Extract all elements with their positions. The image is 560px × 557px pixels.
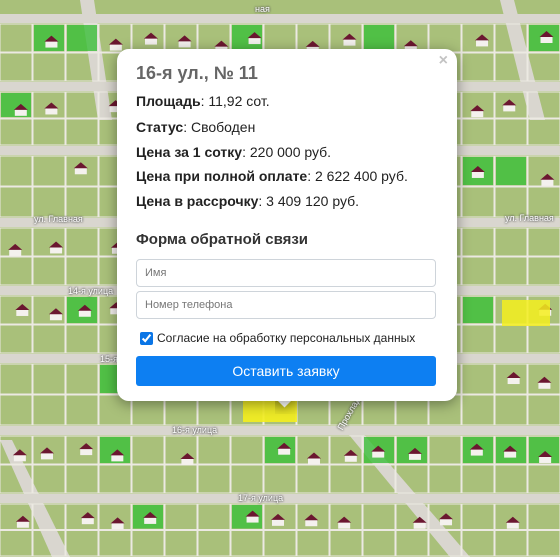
house (144, 516, 157, 524)
reserved-plot (502, 300, 550, 326)
house (109, 43, 122, 51)
house (111, 522, 124, 530)
house (476, 39, 489, 47)
house (343, 38, 356, 46)
status-label: Статус (136, 119, 184, 135)
street-label-glavnaya-left: ул. Главная (34, 214, 83, 224)
status-row: Статус: Свободен (136, 119, 255, 135)
house (413, 521, 426, 529)
house (178, 40, 191, 48)
house (9, 248, 22, 256)
house (49, 313, 62, 321)
plot-info-popup: × 16-я ул., № 11 Площадь: 11,92 сот. Ста… (117, 49, 457, 401)
house (74, 167, 87, 175)
area-label: Площадь (136, 93, 201, 109)
house (248, 37, 261, 45)
house (471, 110, 484, 118)
house (471, 170, 484, 178)
free-plot (364, 25, 394, 51)
consent-label: Согласие на обработку персональных данны… (157, 331, 416, 345)
house (45, 107, 58, 115)
street-label-15: 15-я (100, 354, 118, 364)
installment-price-row: Цена в рассрочку: 3 409 120 руб. (136, 193, 359, 209)
house (50, 246, 63, 254)
popup-title: 16-я ул., № 11 (136, 63, 258, 83)
house (181, 457, 194, 465)
price-per-sotka-value: : 220 000 руб. (242, 144, 332, 160)
street-label-14: 14-я улица (68, 286, 114, 296)
house (538, 381, 551, 389)
house (470, 448, 483, 456)
house (14, 108, 27, 116)
house (41, 452, 54, 460)
feedback-form-title: Форма обратной связи (136, 231, 309, 248)
price-per-sotka-row: Цена за 1 сотку: 220 000 руб. (136, 144, 331, 160)
house (81, 517, 94, 525)
submit-request-button[interactable]: Оставить заявку (136, 356, 436, 386)
house (16, 520, 29, 528)
street-label-16: 16-я улица (172, 425, 218, 435)
house (372, 450, 385, 458)
full-price-value: : 2 622 400 руб. (307, 168, 408, 184)
street-label-top: ная (255, 4, 270, 14)
status-value: : Свободен (183, 119, 256, 135)
installment-price-value: : 3 409 120 руб. (258, 193, 360, 209)
full-price-row: Цена при полной оплате: 2 622 400 руб. (136, 168, 408, 184)
house (45, 40, 58, 48)
house (338, 521, 351, 529)
house (408, 452, 421, 460)
house (503, 104, 516, 112)
house (80, 448, 93, 456)
house (144, 37, 157, 45)
consent-row[interactable]: Согласие на обработку персональных данны… (140, 331, 415, 345)
close-icon[interactable]: × (439, 53, 448, 69)
house (504, 450, 517, 458)
house (540, 35, 553, 43)
street-label-17: 17-я улица (238, 493, 284, 503)
house (506, 521, 519, 529)
street-label-glavnaya-right: ул. Главная (505, 213, 554, 223)
free-plot (67, 25, 97, 51)
house (16, 308, 29, 316)
house (13, 454, 26, 462)
house (78, 309, 91, 317)
house (278, 447, 291, 455)
consent-checkbox[interactable] (140, 331, 153, 345)
house (307, 457, 320, 465)
street-road (0, 426, 560, 435)
full-price-label: Цена при полной оплате (136, 168, 308, 184)
installment-price-label: Цена в рассрочку (136, 193, 259, 209)
area-value: : 11,92 сот. (200, 93, 270, 109)
phone-input[interactable] (136, 291, 436, 319)
house (344, 454, 357, 462)
house (305, 519, 318, 527)
area-row: Площадь: 11,92 сот. (136, 93, 270, 109)
house (539, 455, 552, 463)
free-plot (463, 297, 493, 323)
name-input[interactable] (136, 259, 436, 287)
house (440, 518, 453, 526)
house (246, 515, 259, 523)
house (507, 377, 520, 385)
house (272, 518, 285, 526)
price-per-sotka-label: Цена за 1 сотку (136, 144, 243, 160)
house (541, 178, 554, 186)
free-plot (496, 157, 526, 185)
house (111, 454, 124, 462)
